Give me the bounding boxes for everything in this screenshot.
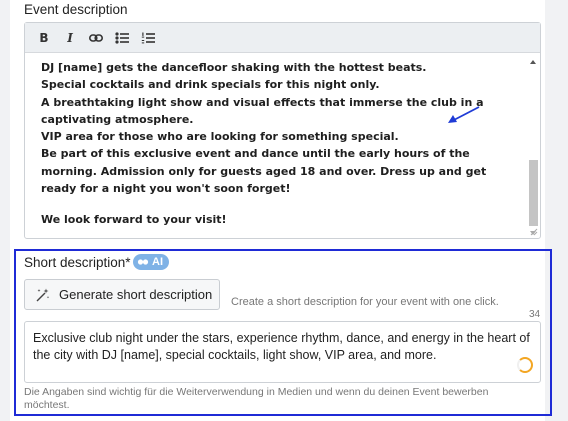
numbered-list-icon[interactable] <box>137 27 159 49</box>
link-icon[interactable] <box>85 27 107 49</box>
editor-line: VIP area for those who are looking for s… <box>41 130 399 144</box>
magic-wand-icon <box>36 288 50 301</box>
short-description-textarea[interactable]: Exclusive club night under the stars, ex… <box>24 321 541 383</box>
character-counter: 34 <box>529 309 541 320</box>
resize-handle-icon[interactable] <box>530 228 538 236</box>
editor-toolbar: B I <box>25 23 540 53</box>
scroll-up-icon[interactable] <box>530 60 536 64</box>
editor-closing-line: We look forward to your visit! <box>41 213 227 227</box>
annotation-arrow-icon <box>448 106 480 123</box>
generate-short-description-button[interactable]: Generate short description <box>24 279 220 310</box>
editor-line: DJ [name] gets the dancefloor shaking wi… <box>41 61 427 74</box>
editor-line: Special cocktails and drink specials for… <box>41 78 380 92</box>
bold-button[interactable]: B <box>33 27 55 49</box>
editor-scrollbar[interactable] <box>527 54 540 238</box>
ai-badge-label: AI <box>152 256 163 268</box>
event-description-label: Event description <box>24 2 128 17</box>
scrollbar-thumb[interactable] <box>529 160 538 226</box>
short-description-label: Short description* <box>24 255 131 270</box>
italic-button[interactable]: I <box>59 27 81 49</box>
editor-line: Be part of this exclusive event and danc… <box>41 147 487 196</box>
short-description-help-text: Die Angaben sind wichtig für die Weiterv… <box>24 386 489 411</box>
editor-content[interactable]: DJ [name] gets the dancefloor shaking wi… <box>25 54 525 238</box>
generate-hint-text: Create a short description for your even… <box>231 296 499 308</box>
sparkle-glasses-icon <box>137 259 149 265</box>
ai-badge: AI <box>133 254 169 270</box>
loading-spinner-icon <box>517 357 533 373</box>
bullet-list-icon[interactable] <box>111 27 133 49</box>
event-description-editor[interactable]: B I DJ [name] gets the dancefloor shakin… <box>24 22 541 239</box>
short-description-value: Exclusive club night under the stars, ex… <box>33 331 530 362</box>
generate-button-label: Generate short description <box>59 287 213 302</box>
